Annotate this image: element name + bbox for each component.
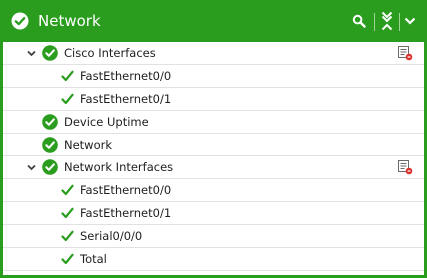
check-icon: [61, 230, 74, 242]
tree-row-label: Network Interfaces: [64, 160, 174, 175]
edit-report-icon[interactable]: [397, 159, 413, 175]
check-icon: [61, 93, 74, 104]
collapse-all-icon: [381, 11, 393, 31]
edit-report-icon[interactable]: [397, 45, 413, 61]
check-circle-icon: [42, 113, 58, 130]
tree-row-label: FastEthernet0/1: [80, 91, 172, 106]
search-icon: [352, 14, 366, 28]
check-icon: [61, 253, 74, 265]
tree-row[interactable]: Cisco Interfaces: [3, 42, 424, 65]
tree-row-label: Device Uptime: [64, 114, 149, 129]
tree-row[interactable]: FastEthernet0/1: [3, 202, 424, 226]
tree-row[interactable]: FastEthernet0/0: [3, 179, 424, 203]
check-circle-icon: [42, 159, 58, 176]
check-circle-icon: [11, 12, 29, 30]
tree-row[interactable]: Serial0/0/0: [3, 225, 424, 249]
widget-header: Network: [0, 0, 427, 42]
check-circle-icon: [42, 136, 58, 153]
tree-row-label: Serial0/0/0: [80, 229, 143, 244]
tree-row-label: FastEthernet0/0: [80, 183, 172, 198]
network-widget: Network Cisco Interfaces FastEthernet0/0 F…: [0, 0, 427, 278]
expand-chevron-icon[interactable]: [26, 162, 37, 173]
tree-row-label: Network: [64, 137, 113, 152]
tree-row[interactable]: Network: [3, 134, 424, 157]
check-circle-icon: [42, 45, 58, 61]
status-tree: Cisco Interfaces FastEthernet0/0 FastEther…: [3, 42, 424, 271]
widget-menu-button[interactable]: [401, 8, 419, 34]
chevron-down-icon: [404, 17, 416, 25]
tree-row[interactable]: Network Interfaces: [3, 156, 424, 180]
header-divider: [399, 13, 400, 31]
check-icon: [61, 207, 74, 219]
tree-row-label: FastEthernet0/0: [80, 68, 172, 83]
tree-row[interactable]: FastEthernet0/1: [3, 88, 424, 111]
tree-row[interactable]: FastEthernet0/0: [3, 65, 424, 88]
tree-row[interactable]: Total: [3, 248, 424, 271]
tree-row-label: FastEthernet0/1: [80, 206, 172, 221]
tree-row-label: Cisco Interfaces: [64, 46, 156, 60]
widget-title: Network: [38, 12, 101, 30]
collapse-all-button[interactable]: [377, 8, 397, 34]
tree-row[interactable]: Device Uptime: [3, 111, 424, 134]
header-divider: [374, 13, 375, 31]
check-icon: [61, 185, 74, 196]
search-button[interactable]: [347, 8, 371, 34]
check-icon: [61, 70, 74, 81]
tree-row-label: Total: [80, 252, 107, 267]
expand-chevron-icon[interactable]: [26, 48, 37, 59]
